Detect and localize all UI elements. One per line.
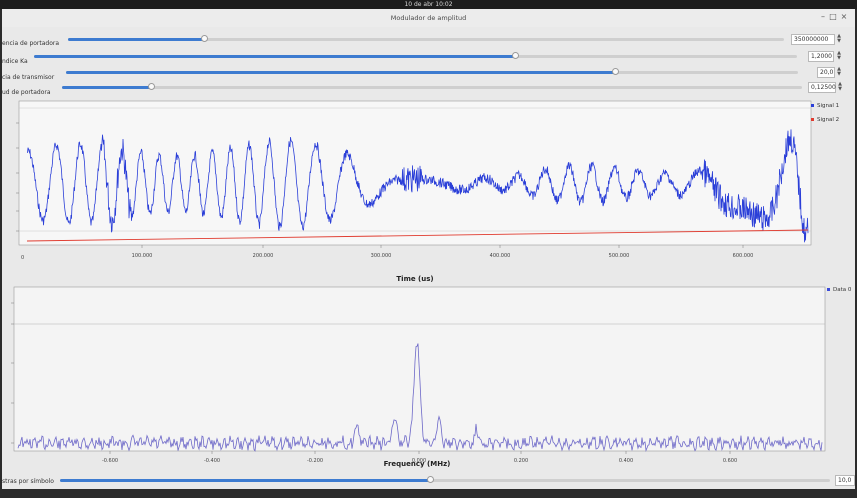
x-tick-label: 0.200 bbox=[514, 458, 528, 464]
slider-handle[interactable] bbox=[201, 35, 209, 42]
frequency-axis-label: Frequency (MHz) bbox=[384, 460, 451, 468]
x-tick-label: 0.600 bbox=[723, 458, 737, 464]
legend-swatch bbox=[811, 104, 814, 107]
carrier-frequency-spinbox[interactable]: 350000000 bbox=[791, 34, 835, 45]
slider-fill bbox=[68, 38, 205, 41]
slider-fill bbox=[34, 55, 515, 58]
frequency-plot: -0.600 -0.400 -0.200 0.000 0.200 0.400 0.600 F… bbox=[2, 283, 855, 473]
slider-fill bbox=[62, 86, 151, 89]
minimize-icon[interactable]: – bbox=[818, 12, 828, 22]
time-plot: 100.000 200.000 300.000 400.000 500.000 600.0… bbox=[2, 93, 855, 283]
time-plot-canvas: 100.000 200.000 300.000 400.000 500.000 600.0… bbox=[16, 100, 812, 283]
samples-per-symbol-slider[interactable] bbox=[60, 476, 830, 483]
transmitter-row: cia de transmisor 20,0 ▲ ▼ bbox=[2, 62, 855, 82]
transmitter-slider[interactable] bbox=[66, 68, 798, 75]
transmitter-spinbox[interactable]: 20,0 bbox=[817, 67, 835, 78]
legend-swatch bbox=[827, 288, 830, 291]
slider-fill bbox=[66, 71, 615, 74]
time-axis-label: Time (us) bbox=[396, 275, 433, 283]
x-tick-label: 600.000 bbox=[733, 253, 754, 259]
app-window: Modulador de amplitud – □ × encia de por… bbox=[2, 9, 855, 489]
maximize-icon[interactable]: □ bbox=[828, 12, 838, 22]
clock: 10 de abr 10:02 bbox=[404, 1, 453, 8]
x-tick-label: 300.000 bbox=[371, 253, 392, 259]
x-tick-label: 400.000 bbox=[490, 253, 511, 259]
slider-handle[interactable] bbox=[511, 52, 519, 59]
slider-handle[interactable] bbox=[612, 68, 619, 75]
carrier-amplitude-slider[interactable] bbox=[62, 83, 802, 90]
x-tick-label: 0.400 bbox=[619, 458, 633, 464]
window-title: Modulador de amplitud bbox=[390, 14, 467, 22]
spin-arrows-icon[interactable]: ▲ ▼ bbox=[837, 82, 843, 93]
os-top-bar: 10 de abr 10:02 bbox=[0, 0, 857, 9]
carrier-frequency-row: encia de portadora 350000000 ▲ ▼ bbox=[2, 28, 855, 48]
close-icon[interactable]: × bbox=[839, 12, 849, 22]
slider-fill bbox=[60, 479, 430, 482]
spin-arrows-icon[interactable]: ▲ ▼ bbox=[836, 51, 842, 62]
frequency-plot-canvas: -0.600 -0.400 -0.200 0.000 0.200 0.400 0.600 F… bbox=[11, 286, 826, 468]
x-tick-label: -0.200 bbox=[307, 458, 323, 464]
x-tick-label: 0 bbox=[21, 255, 24, 261]
samples-per-symbol-row: stras por símbolo 10,0 bbox=[2, 471, 855, 486]
ka-index-slider[interactable] bbox=[34, 52, 797, 59]
x-tick-label: 500.000 bbox=[609, 253, 630, 259]
legend-data-0[interactable]: Data 0 bbox=[827, 287, 851, 293]
carrier-amplitude-row: ud de portadora 0,12500 ▲ ▼ bbox=[2, 78, 855, 97]
legend-signal-2[interactable]: Signal 2 bbox=[811, 117, 839, 123]
carrier-frequency-slider[interactable] bbox=[68, 35, 784, 42]
slider-handle[interactable] bbox=[147, 83, 155, 90]
slider-handle[interactable] bbox=[426, 476, 434, 483]
x-tick-label: 200.000 bbox=[253, 253, 274, 259]
ka-index-row: ndice Ka 1,2000 ▲ ▼ bbox=[2, 46, 855, 66]
ka-index-spinbox[interactable]: 1,2000 bbox=[808, 51, 834, 62]
x-tick-label: -0.600 bbox=[102, 458, 118, 464]
spin-arrows-icon[interactable]: ▲ ▼ bbox=[836, 34, 842, 45]
title-bar: Modulador de amplitud – □ × bbox=[2, 9, 855, 27]
x-tick-label: -0.400 bbox=[204, 458, 220, 464]
legend-signal-1[interactable]: Signal 1 bbox=[811, 103, 839, 109]
spin-arrows-icon[interactable]: ▲ ▼ bbox=[836, 67, 842, 78]
legend-swatch bbox=[811, 118, 814, 121]
x-tick-label: 100.000 bbox=[132, 253, 153, 259]
carrier-amplitude-spinbox[interactable]: 0,12500 bbox=[808, 82, 836, 93]
samples-per-symbol-spinbox[interactable]: 10,0 bbox=[835, 475, 855, 486]
samples-per-symbol-label: stras por símbolo bbox=[2, 478, 54, 485]
